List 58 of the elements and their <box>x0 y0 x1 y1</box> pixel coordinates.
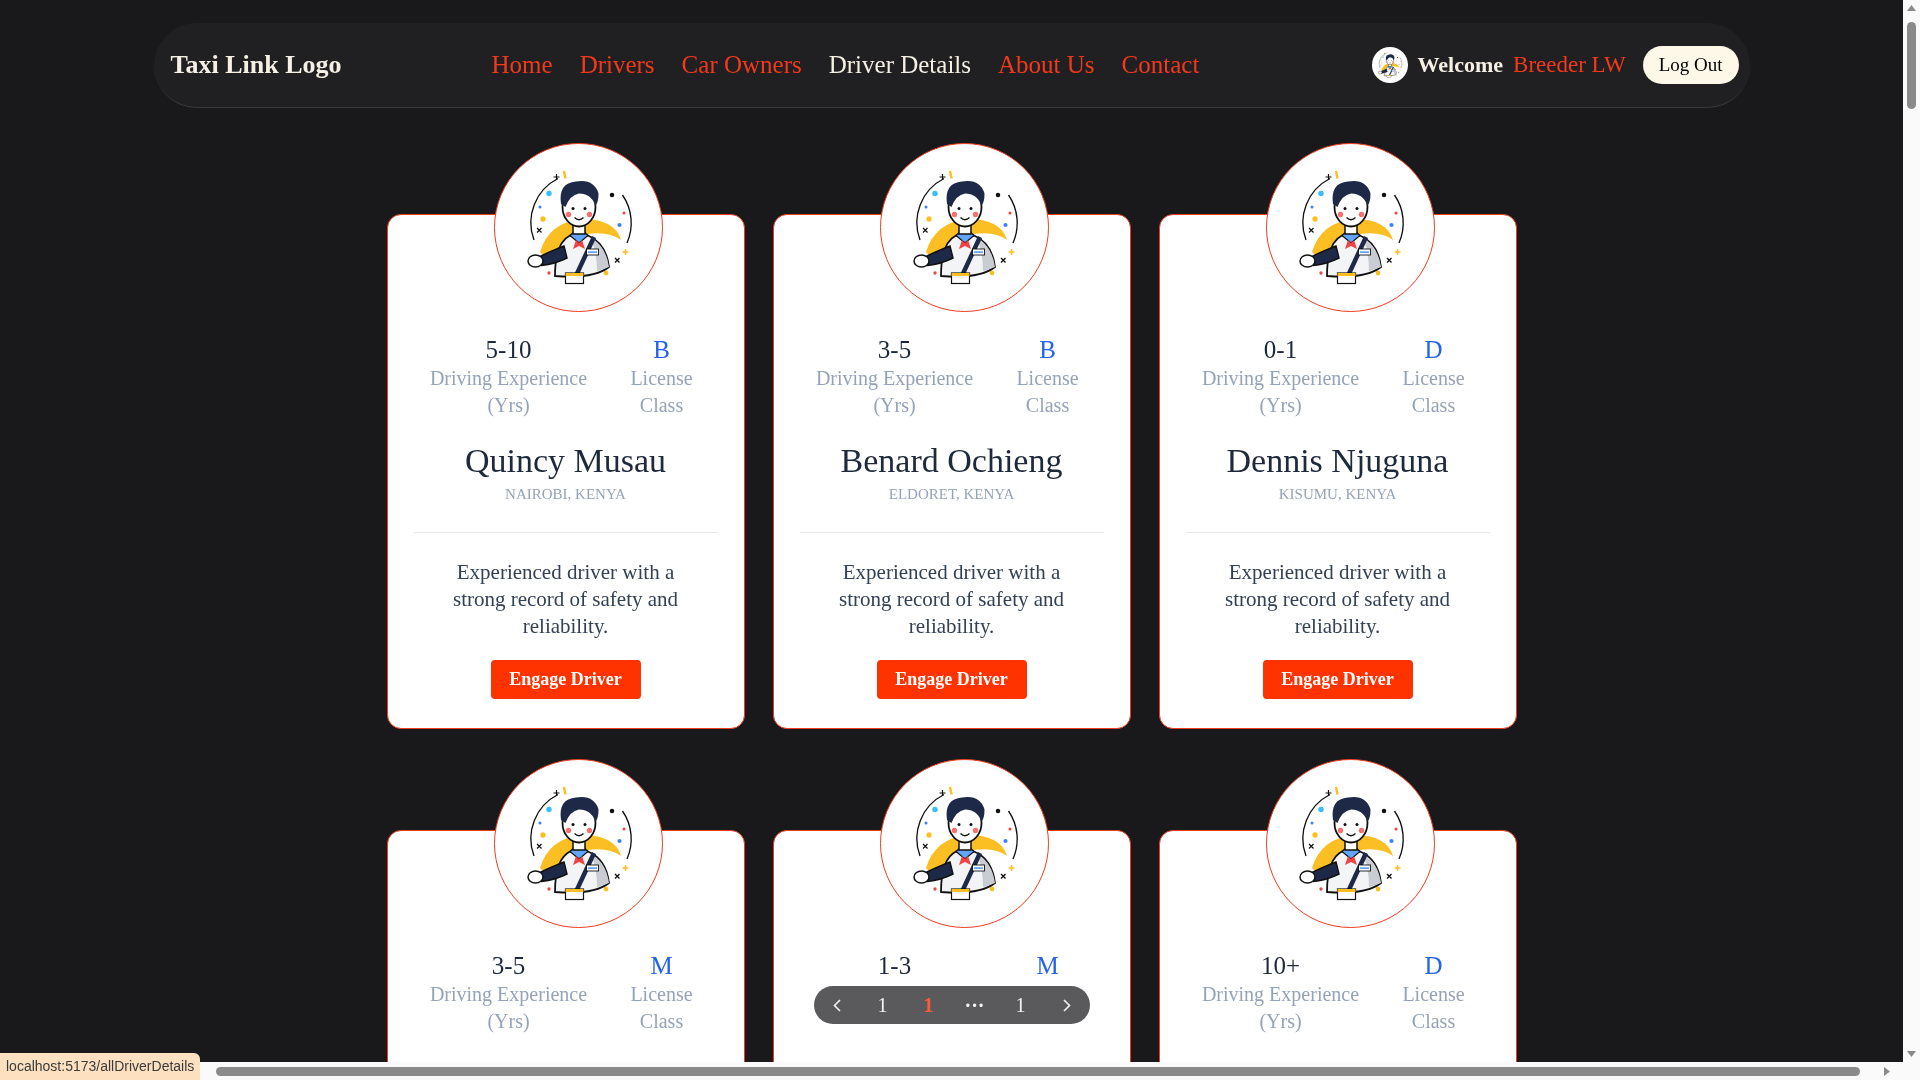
experience-value: 1-3 <box>877 951 912 981</box>
nav-link[interactable]: About Us <box>998 49 1095 81</box>
user-name: Breeder LW <box>1513 51 1626 79</box>
chevron-left-icon[interactable] <box>832 998 841 1012</box>
page-button[interactable]: 1 <box>877 993 888 1017</box>
driver-location: KISUMU, KENYA <box>1278 485 1397 504</box>
experience-value: 5-10 <box>485 335 532 365</box>
experience-value: 10+ <box>1260 951 1301 981</box>
driver-location: ELDORET, KENYA <box>888 485 1015 504</box>
license-class-value: B <box>1039 335 1056 365</box>
page-button[interactable]: 1 <box>1015 993 1026 1017</box>
logout-button[interactable]: Log Out <box>1642 46 1739 84</box>
license-class-value: M <box>1036 951 1059 981</box>
experience-value: 0-1 <box>1263 335 1298 365</box>
license-class-label: License Class <box>629 982 694 1034</box>
experience-value: 3-5 <box>491 951 526 981</box>
nav-link[interactable]: Drivers <box>579 49 655 81</box>
license-class-value: D <box>1424 951 1443 981</box>
license-class-label: License Class <box>1015 366 1080 418</box>
driver-description: Experienced driver with a strong record of safety and reliability. <box>837 559 1066 640</box>
nav-link[interactable]: Driver Details <box>828 49 972 81</box>
license-class-value: B <box>653 335 670 365</box>
page-button[interactable]: 1 <box>923 993 934 1017</box>
experience-label: Driving Experience (Yrs) <box>814 366 975 419</box>
driver-name: Quincy Musau <box>464 441 667 481</box>
experience-label: Driving Experience (Yrs) <box>1200 366 1361 419</box>
engage-driver-button[interactable]: Engage Driver <box>876 660 1027 699</box>
nav-link[interactable]: Car Owners <box>681 49 802 81</box>
engage-driver-button[interactable]: Engage Driver <box>1262 660 1413 699</box>
license-class-label: License Class <box>629 366 694 418</box>
scroll-down-arrow-icon[interactable] <box>1907 1051 1916 1057</box>
experience-label: Driving Experience (Yrs) <box>428 982 589 1035</box>
scroll-right-arrow-icon[interactable] <box>1884 1066 1890 1076</box>
license-class-value: D <box>1424 335 1443 365</box>
license-class-label: License Class <box>1401 982 1466 1034</box>
status-url-tooltip: localhost:5173/allDriverDetails <box>0 1053 201 1080</box>
logo-text: Taxi Link Logo <box>170 49 342 81</box>
scroll-up-arrow-icon[interactable] <box>1907 5 1916 11</box>
experience-value: 3-5 <box>877 335 912 365</box>
experience-label: Driving Experience (Yrs) <box>428 366 589 419</box>
driver-name: Dennis Njuguna <box>1226 441 1449 481</box>
driver-name: Benard Ochieng <box>840 441 1063 481</box>
scrollbar-thumb[interactable] <box>216 1066 1860 1076</box>
driver-description: Experienced driver with a strong record of safety and reliability. <box>1223 559 1452 640</box>
engage-driver-button[interactable]: Engage Driver <box>490 660 641 699</box>
user-avatar-icon <box>1371 47 1408 83</box>
welcome-text: Welcome <box>1417 51 1504 79</box>
nav-link[interactable]: Contact <box>1121 49 1200 81</box>
driver-description: Experienced driver with a strong record of safety and reliability. <box>451 559 680 640</box>
nav-link[interactable]: Home <box>491 49 553 81</box>
driver-location: NAIROBI, KENYA <box>505 485 626 504</box>
license-class-label: License Class <box>1401 366 1466 418</box>
page-ellipsis: ··· <box>964 993 985 1017</box>
experience-label: Driving Experience (Yrs) <box>1200 982 1361 1035</box>
license-class-value: M <box>650 951 673 981</box>
chevron-right-icon[interactable] <box>1062 998 1071 1012</box>
vertical-scrollbar[interactable] <box>1903 0 1920 1062</box>
scrollbar-thumb[interactable] <box>1907 22 1916 109</box>
